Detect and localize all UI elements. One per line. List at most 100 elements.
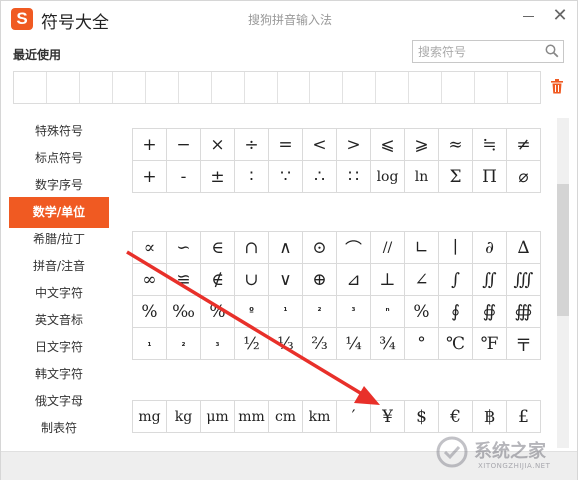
symbol-cell[interactable]: ∬ [472,263,507,296]
symbol-cell[interactable]: Π [472,160,507,193]
symbol-cell[interactable]: Σ [438,160,473,193]
symbol-cell[interactable]: ⅓ [268,327,303,360]
recent-slot[interactable] [376,72,410,103]
symbol-cell[interactable]: ⊕ [302,263,337,296]
symbol-cell[interactable]: ∰ [506,295,541,328]
search-icon[interactable] [545,44,559,58]
symbol-cell[interactable]: ∫ [438,263,473,296]
symbol-cell[interactable]: ℉ [472,327,507,360]
close-button[interactable]: ✕ [550,5,570,27]
symbol-cell[interactable]: ⌒ [336,231,371,264]
recent-slot[interactable] [212,72,245,103]
search-box[interactable] [412,40,564,63]
recent-slot[interactable] [343,72,377,103]
recent-slot[interactable] [47,72,80,103]
recent-slot[interactable] [14,72,47,103]
symbol-cell[interactable]: ln [404,160,439,193]
recent-slot[interactable] [113,72,146,103]
trash-icon[interactable] [550,79,564,94]
symbol-cell[interactable]: € [438,400,473,433]
symbol-cell[interactable]: ⅔ [302,327,337,360]
sidebar-item[interactable]: 拼音/注音 [11,253,107,280]
recent-slot[interactable] [80,72,113,103]
sidebar-item[interactable]: 俄文字母 [11,388,107,415]
symbol-cell[interactable]: ÷ [234,128,269,161]
symbol-cell[interactable]: ∣ [438,231,473,264]
symbol-cell[interactable]: ⊥ [370,263,405,296]
symbol-cell[interactable]: ½ [234,327,269,360]
sidebar-item[interactable]: 标点符号 [11,145,107,172]
symbol-cell[interactable]: mg [132,400,167,433]
symbol-cell[interactable]: $ [404,400,439,433]
symbol-cell[interactable]: ₁ [132,327,167,360]
symbol-cell[interactable]: ∴ [302,160,337,193]
symbol-cell[interactable]: ⩾ [404,128,439,161]
recent-slot[interactable] [278,72,311,103]
recent-slot[interactable] [442,72,476,103]
symbol-cell[interactable]: ∽ [166,231,201,264]
symbol-cell[interactable]: cm [268,400,303,433]
symbol-cell[interactable]: ∶ [234,160,269,193]
symbol-cell[interactable]: % [200,295,235,328]
symbol-cell[interactable]: ∧ [268,231,303,264]
recent-slot[interactable] [245,72,278,103]
symbol-cell[interactable]: ∷ [336,160,371,193]
symbol-cell[interactable]: ℃ [438,327,473,360]
symbol-cell[interactable]: + [132,128,167,161]
symbol-cell[interactable]: ∞ [132,263,167,296]
sidebar-item[interactable]: 英文音标 [11,307,107,334]
symbol-cell[interactable]: ∟ [404,231,439,264]
symbol-cell[interactable]: μm [200,400,235,433]
recent-slot[interactable] [146,72,179,103]
symbol-cell[interactable]: > [336,128,371,161]
symbol-cell[interactable]: log [370,160,405,193]
symbol-cell[interactable]: - [166,160,201,193]
symbol-cell[interactable]: ∆ [506,231,541,264]
search-input[interactable] [413,41,542,62]
symbol-cell[interactable]: // [370,231,405,264]
symbol-cell[interactable]: ≒ [472,128,507,161]
symbol-cell[interactable]: ∨ [268,263,303,296]
symbol-cell[interactable]: ∈ [200,231,235,264]
symbol-cell[interactable]: km [302,400,337,433]
symbol-cell[interactable]: ⩽ [370,128,405,161]
symbol-cell[interactable]: ∭ [506,263,541,296]
recent-slot[interactable] [179,72,212,103]
symbol-cell[interactable]: − [166,128,201,161]
sidebar-item[interactable]: 日文字符 [11,334,107,361]
symbol-cell[interactable]: + [132,160,167,193]
symbol-cell[interactable]: ∮ [438,295,473,328]
symbol-cell[interactable]: ∪ [234,263,269,296]
symbol-cell[interactable]: ∩ [234,231,269,264]
symbol-cell[interactable]: ⁿ [370,295,405,328]
symbol-cell[interactable]: ₃ [200,327,235,360]
symbol-cell[interactable]: × [200,128,235,161]
symbol-cell[interactable]: ¼ [336,327,371,360]
symbol-cell[interactable]: ² [302,295,337,328]
symbol-cell[interactable]: 〒 [506,327,541,360]
symbol-cell[interactable]: º [234,295,269,328]
symbol-cell[interactable]: ≈ [438,128,473,161]
symbol-cell[interactable]: ⌀ [506,160,541,193]
symbol-cell[interactable]: ′ [336,400,371,433]
symbol-cell[interactable]: ∂ [472,231,507,264]
symbol-cell[interactable]: ⊿ [336,263,371,296]
symbol-cell[interactable]: ∵ [268,160,303,193]
symbol-cell[interactable]: ≠ [506,128,541,161]
scrollbar-thumb[interactable] [557,184,569,316]
symbol-cell[interactable]: % [404,295,439,328]
recent-slot[interactable] [475,72,509,103]
symbol-cell[interactable]: ≌ [166,263,201,296]
symbol-cell[interactable]: < [302,128,337,161]
symbol-cell[interactable]: ∯ [472,295,507,328]
sidebar-item[interactable]: 数字序号 [11,172,107,199]
recent-slot[interactable] [508,72,540,103]
symbol-cell[interactable]: ⊙ [302,231,337,264]
symbol-cell[interactable]: % [132,295,167,328]
sidebar-item[interactable]: 特殊符号 [11,118,107,145]
symbol-cell[interactable]: kg [166,400,201,433]
symbol-cell[interactable]: ¥ [370,400,405,433]
symbol-cell[interactable]: mm [234,400,269,433]
symbol-cell[interactable]: ∉ [200,263,235,296]
symbol-cell[interactable]: = [268,128,303,161]
